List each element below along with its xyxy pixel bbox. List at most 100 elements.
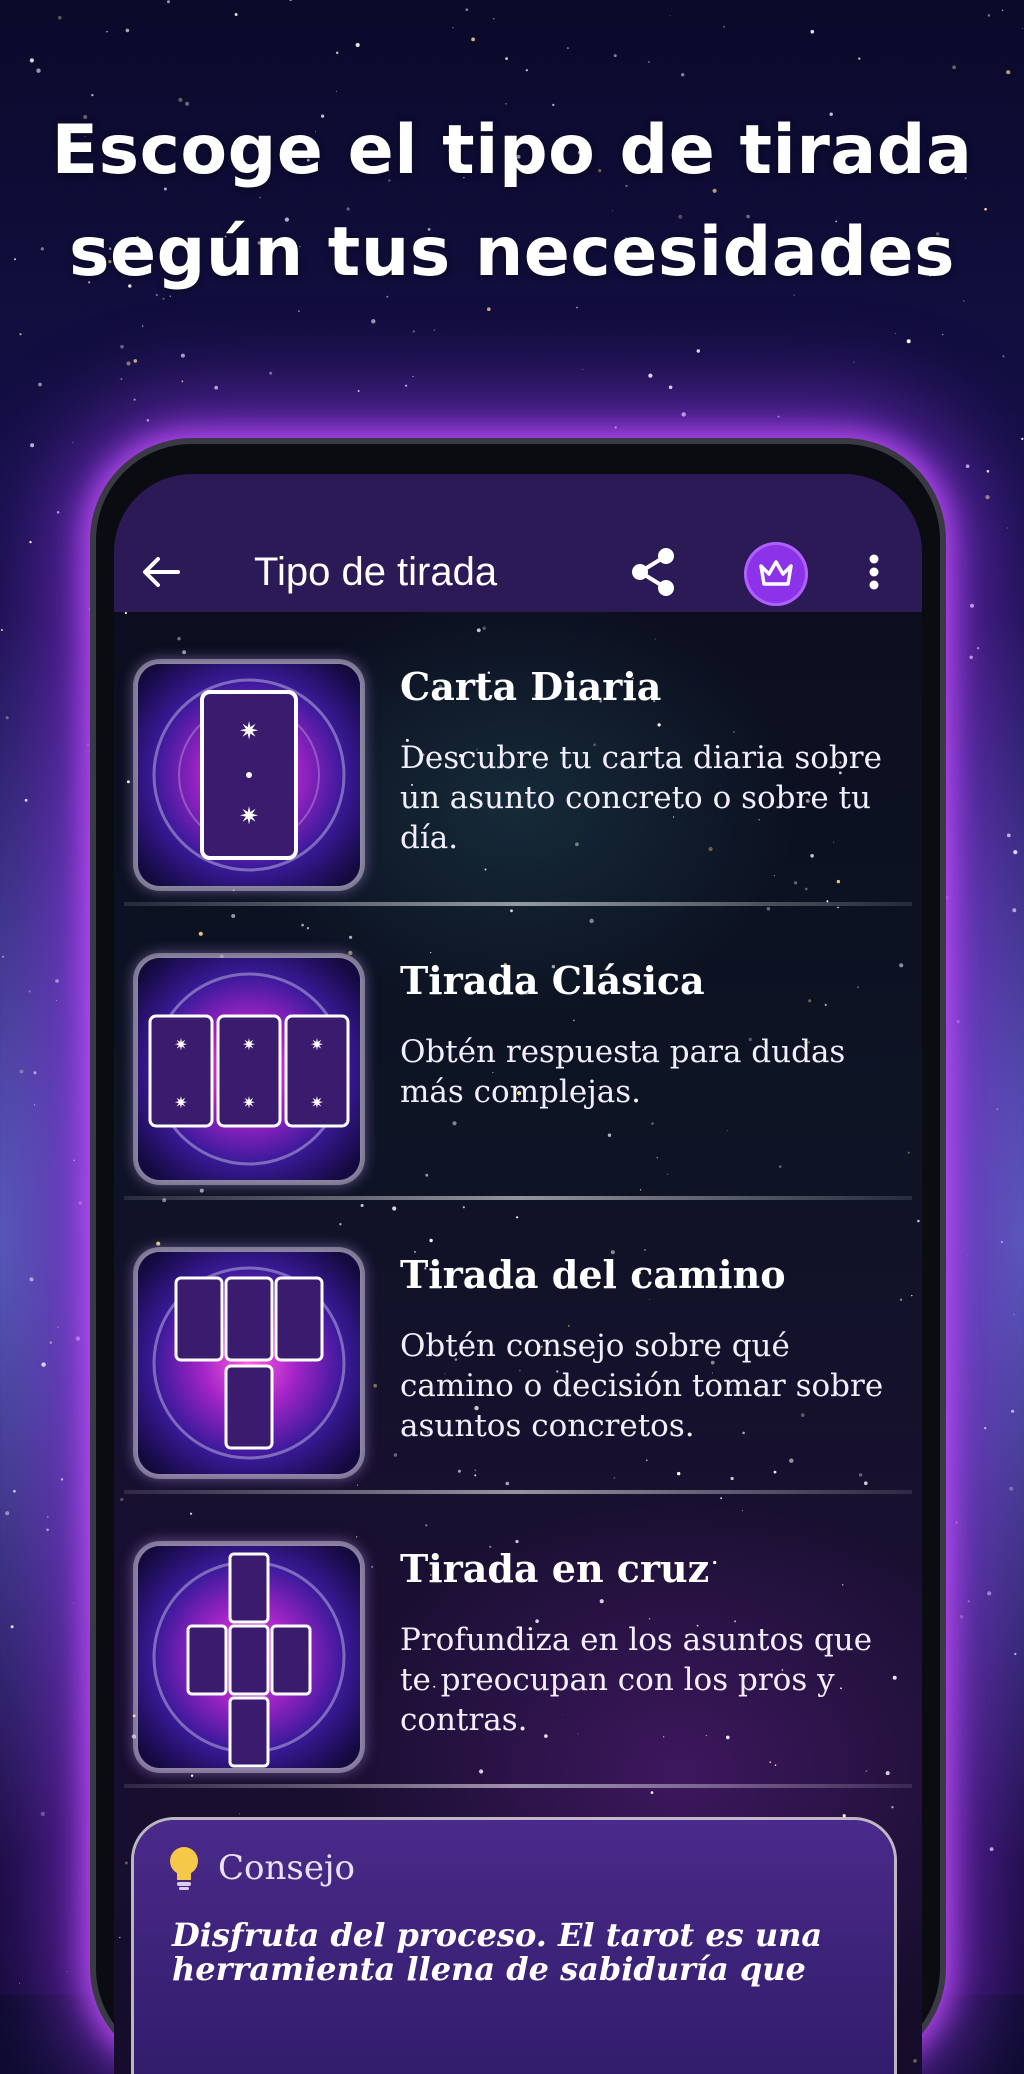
- spread-list: ✷ ✷ Carta Diaria Descubre tu carta diari…: [114, 612, 922, 1788]
- star: [89, 607, 92, 611]
- star: [944, 895, 949, 900]
- star: [10, 1625, 14, 1629]
- star: [57, 1326, 59, 1328]
- star: [941, 1910, 945, 1915]
- svg-text:✷: ✷: [174, 1035, 187, 1054]
- star: [19, 1982, 21, 1984]
- star: [668, 385, 673, 390]
- star: [58, 15, 62, 20]
- star: [56, 511, 60, 514]
- spread-item-tirada-en-cruz[interactable]: Tirada en cruz Profundiza en los asuntos…: [114, 1494, 922, 1788]
- star: [956, 1020, 960, 1023]
- star: [91, 915, 93, 917]
- star: [60, 1478, 64, 1481]
- star: [120, 344, 124, 349]
- star: [452, 27, 454, 29]
- star: [465, 8, 469, 11]
- star: [853, 361, 855, 363]
- tirada-clasica-thumbnail: ✷ ✷ ✷ ✷ ✷ ✷: [138, 958, 360, 1180]
- star: [1013, 850, 1018, 855]
- share-button[interactable]: [626, 544, 682, 600]
- star: [120, 378, 123, 380]
- star: [959, 1615, 964, 1619]
- star: [119, 1936, 121, 1939]
- star: [681, 73, 685, 77]
- spread-description: Descubre tu carta diaria sobre un asunto…: [400, 740, 882, 856]
- star: [29, 58, 34, 63]
- star: [269, 371, 273, 375]
- spread-description: Profundiza en los asuntos que te preocup…: [400, 1622, 873, 1738]
- overflow-menu-button[interactable]: [854, 544, 894, 600]
- svg-text:✷: ✷: [174, 1093, 187, 1112]
- cross-spread-icon: [152, 1552, 346, 1768]
- star: [180, 353, 185, 358]
- star: [73, 1159, 76, 1162]
- star: [146, 419, 150, 422]
- star: [1, 955, 5, 958]
- star: [894, 333, 896, 334]
- star: [38, 382, 42, 387]
- star: [1013, 1313, 1015, 1316]
- spread-item-tirada-del-camino[interactable]: Tirada del camino Obtén consejo sobre qu…: [114, 1200, 922, 1494]
- star: [987, 14, 991, 17]
- star: [336, 51, 339, 54]
- spread-item-tirada-clasica[interactable]: ✷ ✷ ✷ ✷ ✷ ✷ Tirada Clásica Obtén respues…: [114, 906, 922, 1200]
- star: [942, 333, 944, 336]
- star: [858, 57, 861, 60]
- star: [29, 1277, 34, 1282]
- star: [944, 1032, 945, 1034]
- star: [723, 26, 725, 28]
- hero-title-line-1: Escoge el tipo de tirada: [51, 111, 973, 190]
- star: [987, 1591, 992, 1596]
- hero-title-line-2: según tus necesidades: [69, 213, 955, 292]
- star: [967, 1600, 970, 1603]
- tirada-en-cruz-thumbnail: [138, 1546, 360, 1768]
- star: [1009, 1486, 1014, 1491]
- star: [681, 412, 686, 417]
- star: [13, 1489, 16, 1493]
- star: [126, 361, 131, 366]
- spread-item-carta-diaria[interactable]: ✷ ✷ Carta Diaria Descubre tu carta diari…: [114, 612, 922, 906]
- svg-text:✷: ✷: [239, 802, 259, 830]
- star: [967, 1254, 969, 1256]
- star: [952, 65, 956, 70]
- star: [493, 18, 495, 20]
- arrow-left-icon: [143, 557, 180, 587]
- star: [614, 426, 617, 429]
- star: [75, 1336, 81, 1341]
- svg-text:✷: ✷: [242, 1035, 255, 1054]
- star: [970, 603, 974, 608]
- star: [133, 359, 138, 363]
- star: [106, 31, 108, 33]
- star: [1022, 27, 1023, 29]
- star: [5, 1511, 10, 1516]
- star: [133, 398, 136, 401]
- star: [648, 373, 653, 378]
- star: [86, 743, 90, 746]
- star: [36, 68, 41, 73]
- star: [124, 1861, 128, 1865]
- star: [86, 834, 87, 836]
- star: [525, 69, 528, 72]
- star: [1006, 70, 1011, 75]
- star: [371, 319, 376, 324]
- star: [40, 1811, 45, 1817]
- star: [336, 91, 337, 93]
- star: [985, 495, 990, 500]
- star: [1021, 437, 1024, 440]
- star: [810, 29, 815, 34]
- star: [19, 333, 22, 336]
- star: [46, 1528, 49, 1532]
- star: [91, 94, 94, 97]
- star: [167, 0, 170, 4]
- phone-frame: Tipo de tirada ✷ ✷ Carta Diaria Descubre…: [96, 444, 940, 2074]
- star: [984, 1426, 987, 1430]
- back-button[interactable]: [134, 544, 190, 600]
- svg-text:✷: ✷: [310, 1093, 323, 1112]
- zodiac-wheel-icon: ✷ ✷: [152, 678, 346, 872]
- premium-button[interactable]: [744, 542, 808, 606]
- app-bar: Tipo de tirada: [114, 474, 922, 612]
- crown-icon: [759, 560, 793, 586]
- star: [29, 540, 32, 544]
- star: [46, 1516, 49, 1518]
